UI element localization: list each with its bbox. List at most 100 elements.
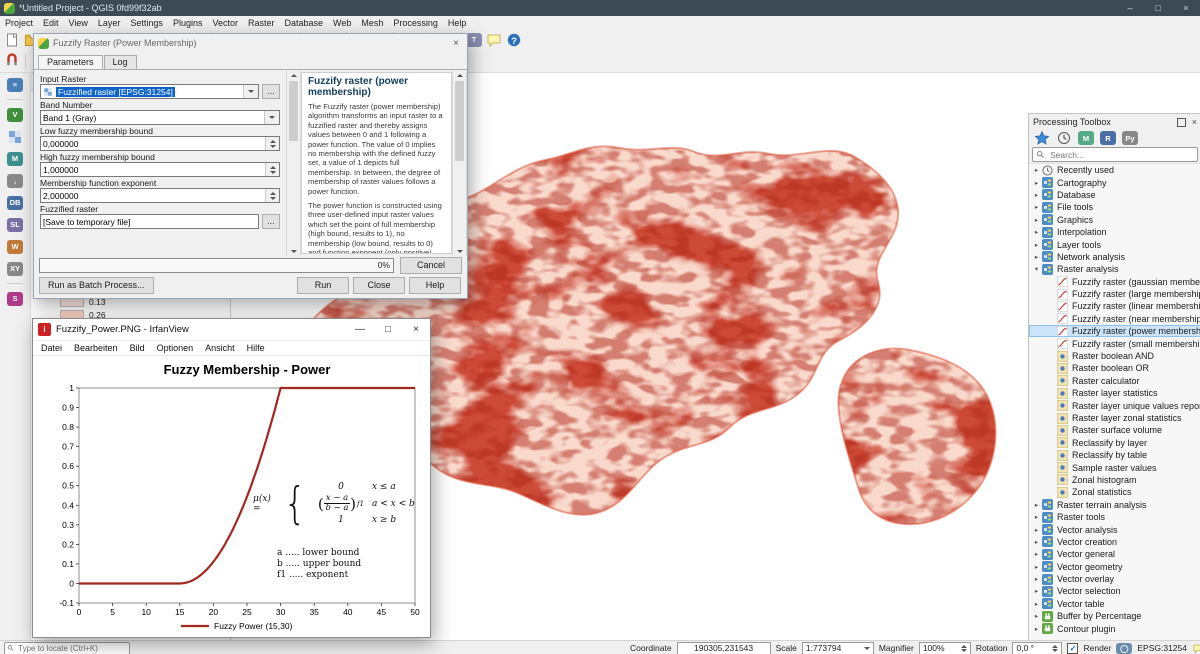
tree-expander-icon[interactable]: ▸ [1032,179,1041,187]
run-button[interactable]: Run [297,277,349,294]
add-delimited-text-icon[interactable]: , [5,171,25,190]
toolbox-item-vector-geometry[interactable]: ▸Vector geometry [1029,561,1200,573]
menu-edit[interactable]: Edit [38,18,64,28]
help-scrollbar[interactable] [452,70,467,256]
scale-combo[interactable]: 1:773794 [802,642,874,654]
toolbox-item-fuzzify-raster-small-membership-[interactable]: Fuzzify raster (small membership) [1029,337,1200,349]
tab-parameters[interactable]: Parameters [38,55,103,69]
toolbox-item-fuzzify-raster-linear-membership-[interactable]: Fuzzify raster (linear membership) [1029,300,1200,312]
toolbox-item-layer-tools[interactable]: ▸Layer tools [1029,238,1200,250]
tab-log[interactable]: Log [104,55,137,69]
epsg-status[interactable]: EPSG:31254 [1137,643,1187,653]
band-number-combo[interactable]: Band 1 (Gray) [40,110,280,125]
toolbox-item-vector-selection[interactable]: ▸Vector selection [1029,585,1200,597]
toolbox-item-raster-layer-zonal-statistics[interactable]: Raster layer zonal statistics [1029,412,1200,424]
toolbox-search-input[interactable] [1048,149,1194,161]
toolbox-item-vector-analysis[interactable]: ▸Vector analysis [1029,523,1200,535]
tree-expander-icon[interactable]: ▸ [1032,166,1041,174]
add-mesh-layer-icon[interactable]: M [5,149,25,168]
toolbox-item-raster-layer-statistics[interactable]: Raster layer statistics [1029,387,1200,399]
viewer-close-button[interactable]: × [402,324,430,335]
help-icon[interactable]: ? [504,30,524,49]
toolbox-item-fuzzify-raster-large-membership-[interactable]: Fuzzify raster (large membership) [1029,288,1200,300]
map-tips-icon[interactable] [484,30,504,49]
toolbox-item-vector-general[interactable]: ▸Vector general [1029,548,1200,560]
locate-input[interactable] [16,643,127,654]
toolbox-item-raster-boolean-and[interactable]: Raster boolean AND [1029,350,1200,362]
toolbox-item-zonal-statistics[interactable]: Zonal statistics [1029,486,1200,498]
menu-view[interactable]: View [64,18,93,28]
toolbox-python-icon[interactable]: Py [1120,129,1140,148]
data-source-manager-icon[interactable]: ≡ [5,75,25,94]
tree-expander-icon[interactable]: ▸ [1032,563,1041,571]
message-log-icon[interactable] [1192,643,1200,654]
add-xyz-icon[interactable]: XY [5,259,25,278]
toolbox-item-raster-boolean-or[interactable]: Raster boolean OR [1029,362,1200,374]
render-checkbox[interactable]: ✓ [1067,643,1078,654]
toolbox-models-icon[interactable]: M [1076,129,1096,148]
viewer-minimize-button[interactable]: — [346,324,374,335]
tree-expander-icon[interactable]: ▸ [1032,191,1041,199]
toolbox-options-icon[interactable] [1032,129,1052,148]
output-browse-button[interactable]: … [262,214,280,229]
tree-expander-icon[interactable]: ▸ [1032,575,1041,583]
toolbox-r-icon[interactable]: R [1098,129,1118,148]
add-postgis-icon[interactable]: DB [5,193,25,212]
low-bound-spinbox[interactable]: 0,000000 [40,136,280,151]
style-manager-icon[interactable]: S [5,289,25,308]
tree-expander-icon[interactable]: ▾ [1032,265,1041,273]
toolbox-item-cartography[interactable]: ▸Cartography [1029,176,1200,188]
menu-processing[interactable]: Processing [388,18,443,28]
viewer-menu-bearbeiten[interactable]: Bearbeiten [68,343,124,353]
tree-expander-icon[interactable]: ▸ [1032,526,1041,534]
batch-process-button[interactable]: Run as Batch Process... [39,277,154,294]
add-wms-icon[interactable]: W [5,237,25,256]
high-bound-spinbox[interactable]: 1,000000 [40,162,280,177]
toolbox-search-box[interactable] [1032,147,1198,162]
tree-expander-icon[interactable]: ▸ [1032,587,1041,595]
tree-expander-icon[interactable]: ▸ [1032,203,1041,211]
minimize-button[interactable]: – [1116,0,1144,16]
toolbox-item-vector-overlay[interactable]: ▸Vector overlay [1029,573,1200,585]
toolbox-item-fuzzify-raster-gaussian-membership-[interactable]: Fuzzify raster (gaussian membership) [1029,276,1200,288]
toolbox-history-icon[interactable] [1054,129,1074,148]
close-dialog-button[interactable]: Close [353,277,405,294]
toolbox-item-contour-plugin[interactable]: ▸Contour plugin [1029,622,1200,634]
dialog-close-icon[interactable]: × [445,38,467,49]
viewer-menu-optionen[interactable]: Optionen [151,343,200,353]
toolbox-item-graphics[interactable]: ▸Graphics [1029,214,1200,226]
menu-database[interactable]: Database [280,18,329,28]
menu-help[interactable]: Help [443,18,472,28]
tree-expander-icon[interactable]: ▸ [1032,216,1041,224]
toolbox-item-sample-raster-values[interactable]: Sample raster values [1029,461,1200,473]
tree-expander-icon[interactable]: ▸ [1032,513,1041,521]
toolbox-item-file-tools[interactable]: ▸File tools [1029,201,1200,213]
toolbox-item-fuzzify-raster-near-membership-[interactable]: Fuzzify raster (near membership) [1029,313,1200,325]
toolbox-item-buffer-by-percentage[interactable]: ▸Buffer by Percentage [1029,610,1200,622]
tree-expander-icon[interactable]: ▸ [1032,550,1041,558]
undock-panel-icon[interactable] [1177,118,1186,127]
add-raster-layer-icon[interactable] [5,127,25,146]
maximize-button[interactable]: □ [1144,0,1172,16]
menu-project[interactable]: Project [0,18,38,28]
toolbox-item-vector-table[interactable]: ▸Vector table [1029,598,1200,610]
rotation-spinner[interactable]: 0,0 ° [1012,642,1062,654]
tree-expander-icon[interactable]: ▸ [1032,600,1041,608]
cancel-button[interactable]: Cancel [400,257,462,274]
input-raster-browse-button[interactable]: … [262,84,280,99]
toolbox-item-reclassify-by-layer[interactable]: Reclassify by layer [1029,437,1200,449]
menu-vector[interactable]: Vector [207,18,243,28]
form-scrollbar[interactable] [286,70,301,256]
add-vector-layer-icon[interactable]: V [5,105,25,124]
viewer-maximize-button[interactable]: □ [374,324,402,335]
close-panel-icon[interactable]: × [1192,117,1197,127]
toolbox-item-vector-creation[interactable]: ▸Vector creation [1029,536,1200,548]
toolbox-item-network-analysis[interactable]: ▸Network analysis [1029,251,1200,263]
magnifier-spinner[interactable]: 100% [919,642,971,654]
menu-plugins[interactable]: Plugins [168,18,208,28]
snapping-icon[interactable] [2,52,22,71]
viewer-menu-ansicht[interactable]: Ansicht [199,343,241,353]
toolbox-item-interpolation[interactable]: ▸Interpolation [1029,226,1200,238]
tree-expander-icon[interactable]: ▸ [1032,501,1041,509]
viewer-menu-datei[interactable]: Datei [35,343,68,353]
